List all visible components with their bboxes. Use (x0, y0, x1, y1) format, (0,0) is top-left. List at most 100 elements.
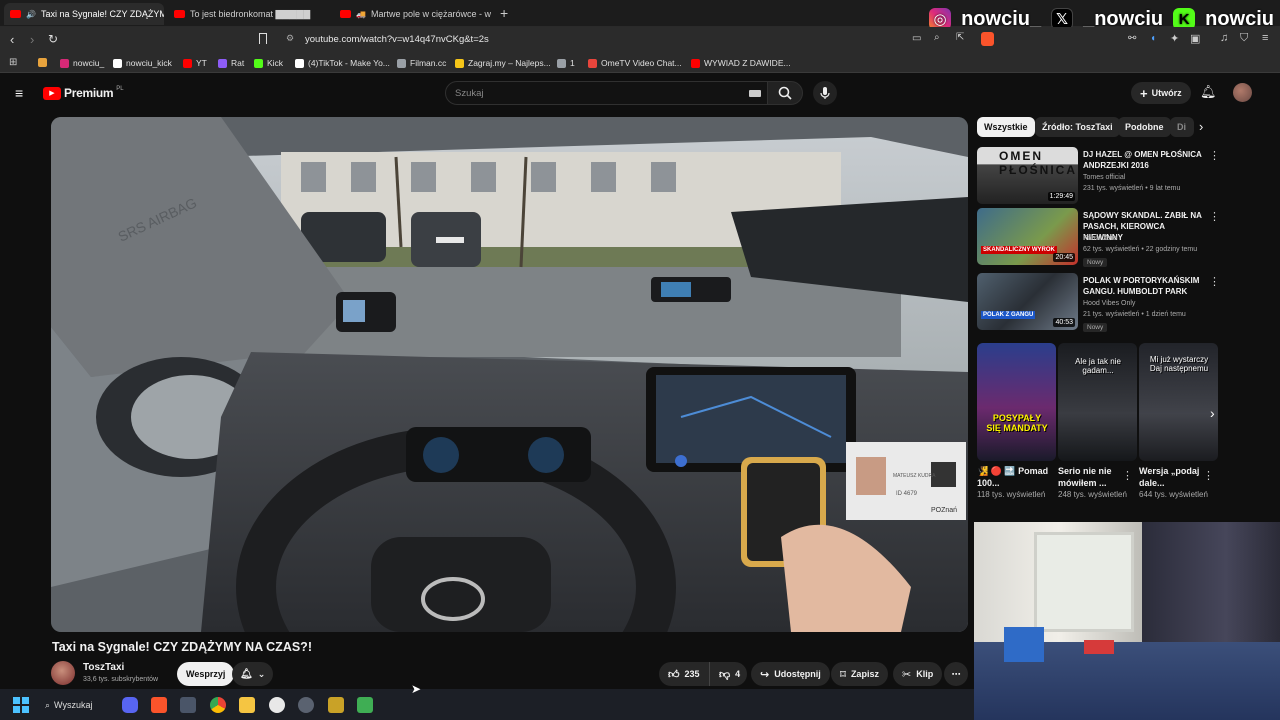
bookmark-item[interactable]: Zagraj.my – Najleps... (455, 58, 551, 68)
bookmark-item[interactable]: nowciu_ (60, 58, 104, 68)
short-thumbnail[interactable]: Ale ja tak nie gadam... (1058, 343, 1137, 461)
keyboard-icon[interactable] (749, 90, 761, 97)
thumbnail[interactable]: POLAK Z GANGU 40:53 (977, 273, 1078, 330)
avatar[interactable] (1233, 83, 1252, 102)
chrome-icon[interactable] (210, 697, 226, 713)
taskbar-search[interactable]: ⌕ Wyszukaj (45, 695, 105, 715)
bookmark-item[interactable] (38, 58, 51, 67)
hamburger-menu-icon[interactable]: ≡ (15, 85, 23, 101)
more-options-icon[interactable]: ⋮ (1203, 469, 1214, 482)
app3-icon[interactable] (328, 697, 344, 713)
short-thumbnail[interactable]: POSYPAŁY SIĘ MANDATY (977, 343, 1056, 461)
shorts-next-icon[interactable]: › (1210, 405, 1215, 421)
short-3[interactable]: Mi już wystarczy Daj następnemu Wersja „… (1139, 343, 1219, 500)
chip-all[interactable]: Wszystkie (977, 117, 1035, 137)
reload-icon[interactable]: ↻ (48, 32, 58, 46)
apps-grid-icon[interactable]: ⊞ (9, 57, 17, 68)
thumbs-down-icon: 👎︎ (719, 668, 731, 681)
app-icon[interactable] (180, 697, 196, 713)
brave-icon[interactable] (151, 697, 167, 713)
cast-icon[interactable]: ▭ (912, 33, 921, 44)
tab-active[interactable]: 🔊 Taxi na Sygnale! CZY ZDĄŻYM ✕ (4, 3, 164, 25)
recommendation-1[interactable]: OMEN PŁOŚNICA 1:29:49 DJ HAZEL @ OMEN PŁ… (977, 147, 1277, 205)
more-options-icon[interactable]: ⋮ (1209, 275, 1220, 288)
chevron-right-icon[interactable]: › (1199, 119, 1203, 134)
thumbs-up-icon: 👍︎ (668, 668, 680, 681)
short-title[interactable]: 🧏 🔴 🔜 Pomad 100... (977, 465, 1057, 489)
bookmark-favicon-icon (295, 58, 304, 68)
forward-icon[interactable]: › (30, 32, 34, 47)
thumbnail[interactable]: OMEN PŁOŚNICA 1:29:49 (977, 147, 1078, 204)
save-button[interactable]: ⌑ Zapisz (831, 662, 888, 686)
tab-label: To jest biedronkomat ▇▇▇▇▇ (190, 8, 311, 19)
obs-icon[interactable] (269, 697, 285, 713)
file-explorer-icon[interactable] (239, 697, 255, 713)
brave-shield-icon[interactable] (981, 32, 994, 46)
more-options-icon[interactable]: ⋮ (1209, 210, 1220, 223)
youtube-logo[interactable]: ▶ Premium PL (43, 86, 124, 100)
search-button[interactable] (767, 81, 803, 105)
thumbnail[interactable]: SKANDALICZNY WYROK 20:45 (977, 208, 1078, 265)
subscription-bell-button[interactable]: 🔔︎ ⌄ (232, 662, 274, 686)
menu-icon[interactable]: ≡ (1262, 32, 1268, 44)
zoom-icon[interactable]: ⌕ (934, 32, 940, 43)
bookmark-item[interactable]: OmeTV Video Chat... (588, 58, 682, 68)
short-2[interactable]: Ale ja tak nie gadam... Serio nie nie mó… (1058, 343, 1138, 500)
more-actions-button[interactable]: ⋯ (944, 662, 968, 686)
bookmark-item[interactable]: Filman.cc (397, 58, 446, 68)
bookmark-item[interactable]: WYWIAD Z DAWIDE... (691, 58, 791, 68)
voice-search-button[interactable] (813, 81, 837, 105)
more-options-icon[interactable]: ⋮ (1209, 149, 1220, 162)
channel-avatar[interactable] (51, 661, 75, 685)
bookmark-item[interactable]: 1 (557, 58, 575, 68)
more-options-icon[interactable]: ⋮ (1122, 469, 1133, 482)
bookmark-item[interactable]: Rat (218, 58, 244, 68)
like-button[interactable]: 👍︎ 235 (659, 662, 709, 686)
bookmark-item[interactable]: nowciu_kick (113, 58, 172, 68)
rec-title[interactable]: POLAK W PORTORYKAŃSKIM GANGU. HUMBOLDT P… (1083, 275, 1203, 297)
back-icon[interactable]: ‹ (10, 32, 14, 47)
url-field[interactable]: youtube.com/watch?v=w14q47nvCKg&t=2s (305, 34, 489, 45)
create-button[interactable]: + Utwórz (1131, 82, 1191, 104)
sidebar-icon[interactable]: ▣ (1190, 32, 1200, 45)
app4-icon[interactable] (357, 697, 373, 713)
recommendation-3[interactable]: POLAK Z GANGU 40:53 POLAK W PORTORYKAŃSK… (977, 273, 1277, 332)
bookmark-icon[interactable] (259, 33, 267, 44)
bookmark-item[interactable]: Kick (254, 58, 283, 68)
search-input[interactable]: Szukaj (445, 81, 768, 105)
audio-ext-icon[interactable]: ◖ (1150, 33, 1156, 44)
site-info-icon[interactable]: ⚙ (286, 33, 294, 44)
video-player[interactable]: SRS AIRBAG MATEUSZ KUDRA ID 4679 POZnań (51, 117, 968, 632)
chip-more[interactable]: Di (1170, 117, 1194, 137)
clip-button[interactable]: ✂ Klip (893, 662, 943, 686)
bookmark-item[interactable]: (4)TikTok - Make Yo... (295, 58, 390, 68)
discord-icon[interactable] (122, 697, 138, 713)
windows-start-icon[interactable] (13, 697, 29, 713)
rec-channel[interactable]: Hood Vibes Only (1083, 300, 1135, 307)
dislike-button[interactable]: 👎︎ 4 (709, 662, 747, 686)
share-button[interactable]: ↪ Udostępnij (751, 662, 830, 686)
chip-source[interactable]: Źródło: ToszTaxi (1035, 117, 1120, 137)
bookmark-label: nowciu_ (73, 58, 105, 68)
tab-2[interactable]: To jest biedronkomat ▇▇▇▇▇ (168, 3, 326, 25)
extension-icon[interactable]: ⚯ (1128, 33, 1136, 44)
shield-icon[interactable]: ⛉ (1240, 32, 1248, 45)
short-1[interactable]: POSYPAŁY SIĘ MANDATY 🧏 🔴 🔜 Pomad 100... … (977, 343, 1057, 500)
rec-channel[interactable]: Tomes official (1083, 174, 1125, 181)
app2-icon[interactable] (298, 697, 314, 713)
music-icon[interactable]: ♫ (1220, 32, 1228, 44)
tab-3[interactable]: 🚚 Martwe pole w ciężarówce - w pr (334, 3, 494, 25)
bookmark-item[interactable]: YT (183, 58, 207, 68)
puzzle-icon[interactable]: ✦ (1170, 32, 1179, 45)
notifications-bell-icon[interactable]: 🔔︎ (1200, 84, 1217, 100)
logo-text: Premium (64, 86, 114, 100)
chip-similar[interactable]: Podobne (1118, 117, 1171, 137)
recommendation-2[interactable]: SKANDALICZNY WYROK 20:45 SĄDOWY SKANDAL.… (977, 208, 1277, 267)
channel-name[interactable]: ToszTaxi (83, 662, 124, 673)
rec-channel[interactable]: Kanał Zero (1083, 235, 1117, 242)
short-thumbnail[interactable]: Mi już wystarczy Daj następnemu (1139, 343, 1218, 461)
new-tab-icon[interactable]: + (500, 5, 508, 21)
share-page-icon[interactable]: ⇱ (956, 32, 964, 43)
rec-title[interactable]: DJ HAZEL @ OMEN PŁOŚNICA ANDRZEJKI 2016 (1083, 149, 1203, 171)
support-button[interactable]: Wesprzyj (177, 662, 235, 686)
